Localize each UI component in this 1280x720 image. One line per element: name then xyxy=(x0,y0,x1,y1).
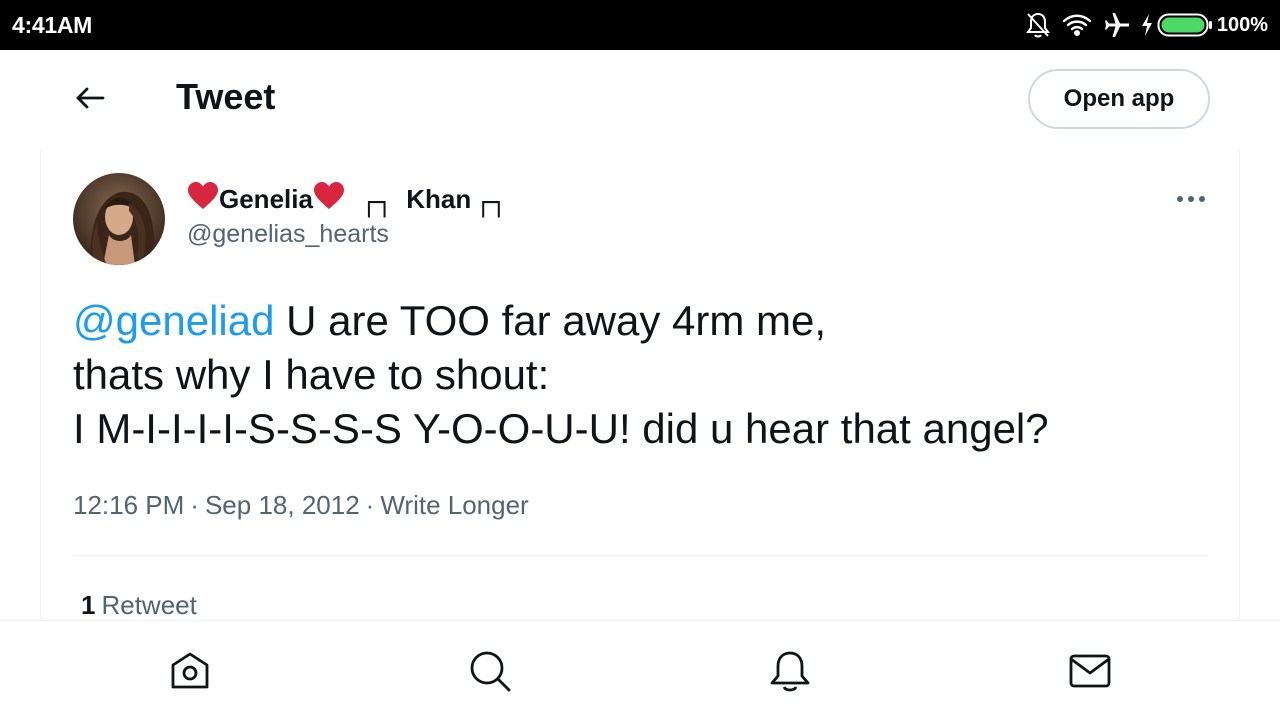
nav-messages[interactable] xyxy=(1066,649,1114,697)
heart-icon xyxy=(187,181,219,218)
airplane-icon xyxy=(1103,11,1131,39)
retweet-label: Retweet xyxy=(101,590,197,620)
author-display-name: Genelia ┌┐ Khan ┌┐ xyxy=(187,180,507,218)
tweet-meta: 12:16 PM · Sep 18, 2012 · Write Longer xyxy=(73,490,529,521)
avatar[interactable] xyxy=(73,173,165,265)
status-bar: 4:41AM 100% xyxy=(0,0,1280,50)
author-name-part1: Genelia xyxy=(219,183,313,214)
more-options-button[interactable] xyxy=(1167,184,1215,214)
tweet-text-line-2: thats why I have to shout: xyxy=(73,351,550,398)
heart-icon xyxy=(313,181,345,218)
tweet-source[interactable]: Write Longer xyxy=(380,490,528,520)
messages-icon xyxy=(1068,649,1112,698)
author-name-glyph: ┌┐ xyxy=(360,188,393,218)
battery: 100% xyxy=(1141,12,1268,38)
tweet-date[interactable]: Sep 18, 2012 xyxy=(205,490,360,520)
tweet-author[interactable]: Genelia ┌┐ Khan ┌┐ @genelias_hearts xyxy=(187,180,507,249)
retweet-stats[interactable]: 1 Retweet xyxy=(81,590,197,620)
back-button[interactable] xyxy=(68,78,112,122)
status-icons: 100% xyxy=(1025,10,1268,40)
charging-bolt-icon xyxy=(1141,14,1153,36)
mention-link[interactable]: @geneliad xyxy=(73,297,274,344)
wifi-icon xyxy=(1061,12,1093,38)
home-icon xyxy=(168,649,212,698)
more-horizontal-icon xyxy=(1176,190,1206,208)
battery-icon xyxy=(1157,12,1213,38)
tweet-text-line-3: I M-I-I-I-I-S-S-S-S Y-O-O-U-U! did u hea… xyxy=(73,405,1049,452)
battery-percent: 100% xyxy=(1216,13,1268,36)
tweet-text: @geneliad U are TOO far away 4rm me, tha… xyxy=(73,294,1213,456)
tweet-card: Genelia ┌┐ Khan ┌┐ @genelias_hearts @gen… xyxy=(40,150,1240,620)
status-time: 4:41AM xyxy=(12,12,93,38)
nav-search[interactable] xyxy=(466,649,514,697)
bottom-navigation xyxy=(0,620,1280,720)
author-name-part2: Khan xyxy=(406,183,472,214)
retweet-count: 1 xyxy=(81,590,96,620)
search-icon xyxy=(468,649,512,698)
meta-separator: · xyxy=(365,490,375,520)
tweet-text-line-1-rest: U are TOO far away 4rm me, xyxy=(274,297,827,344)
author-name-glyph-end: ┌┐ xyxy=(475,188,507,218)
divider xyxy=(73,555,1209,556)
page-title: Tweet xyxy=(176,76,276,117)
tweet-text-line-1: @geneliad U are TOO far away 4rm me, xyxy=(73,294,1213,348)
tweet-time[interactable]: 12:16 PM xyxy=(73,490,184,520)
nav-home[interactable] xyxy=(166,649,214,697)
nav-notifications[interactable] xyxy=(766,649,814,697)
open-app-button[interactable]: Open app xyxy=(1028,69,1210,129)
author-handle: @genelias_hearts xyxy=(187,220,389,248)
notifications-icon xyxy=(768,649,812,698)
arrow-left-icon xyxy=(75,86,105,115)
top-app-bar: Tweet Open app xyxy=(0,50,1280,150)
notifications-off-icon xyxy=(1025,11,1051,39)
meta-separator: · xyxy=(190,490,199,520)
